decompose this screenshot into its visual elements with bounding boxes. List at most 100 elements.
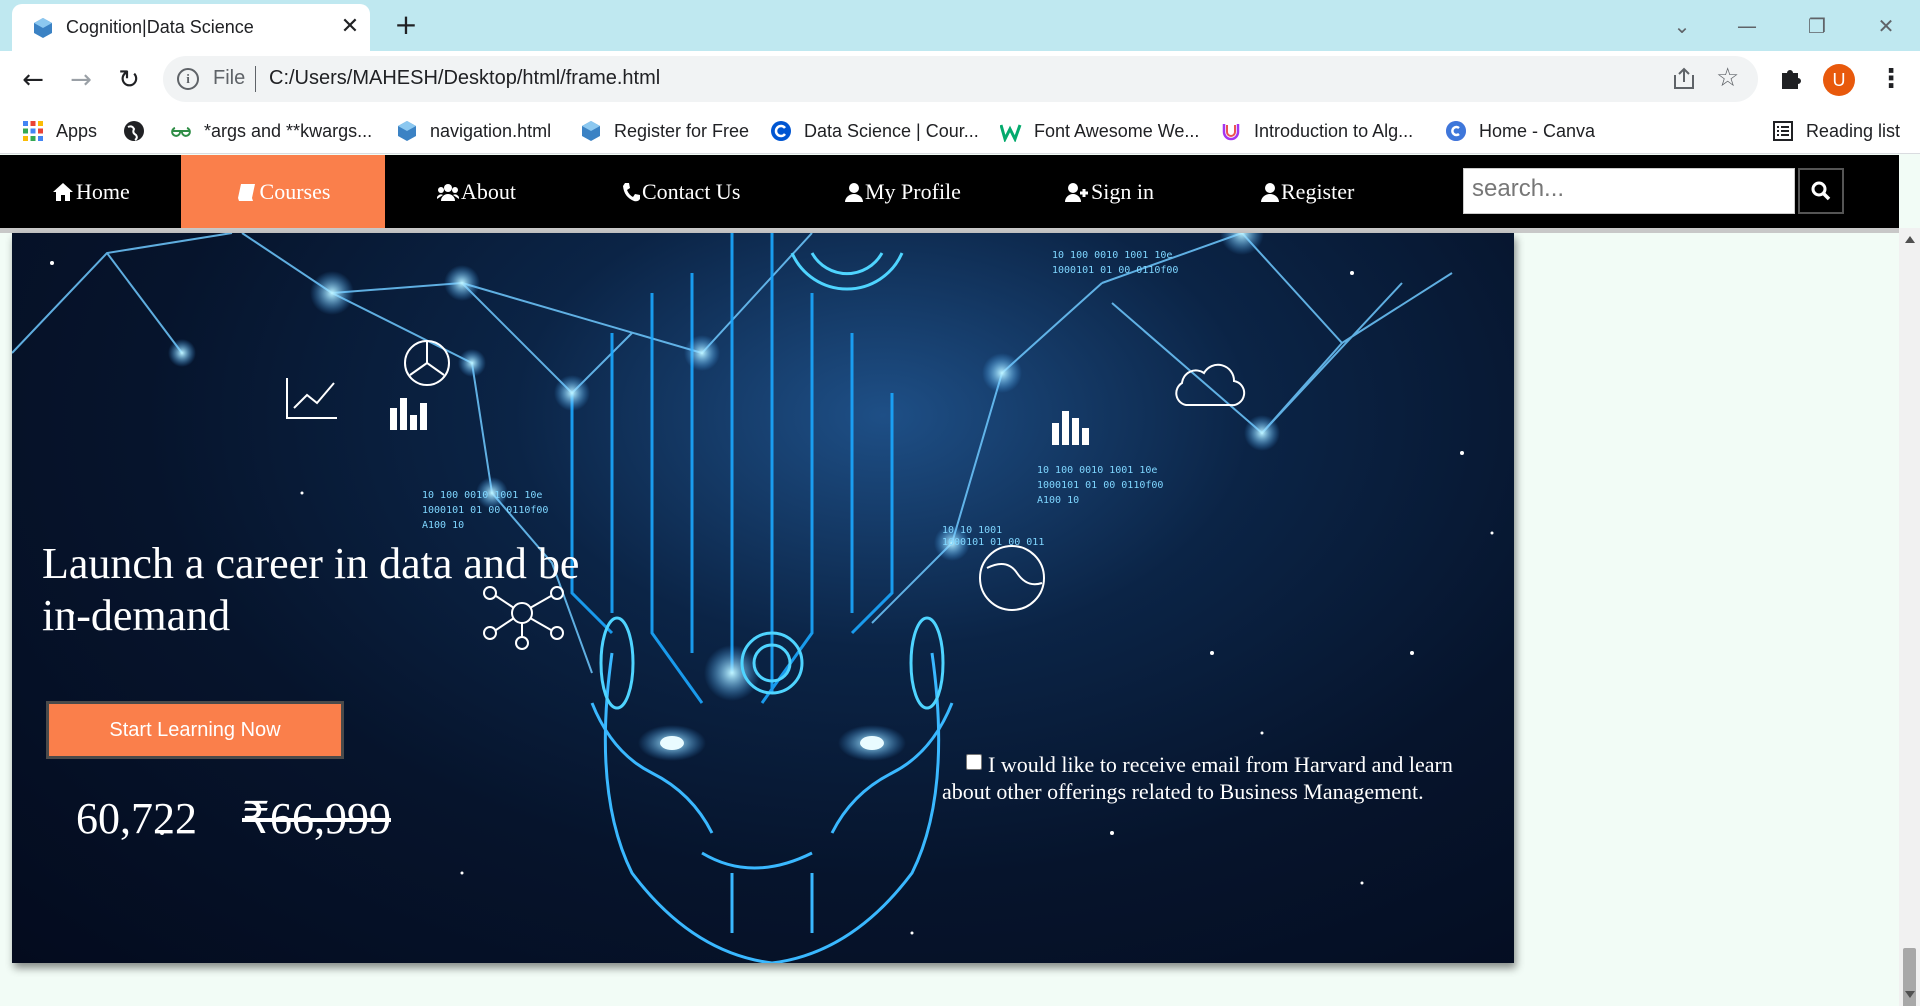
svg-text:10 100 0010 1001 10e: 10 100 0010 1001 10e (422, 490, 542, 501)
new-tab-button[interactable]: + (390, 10, 422, 42)
bookmark-intro-alg[interactable]: Introduction to Alg... (1220, 108, 1413, 154)
nav-register[interactable]: Register (1261, 155, 1354, 228)
svg-text:1000101 01 00 0110f00: 1000101 01 00 0110f00 (1037, 480, 1163, 491)
bookmark-apps[interactable]: Apps (22, 108, 97, 154)
price-original: ₹66,999 (242, 794, 391, 843)
address-bar[interactable]: i File C:/Users/MAHESH/Desktop/html/fram… (163, 56, 1758, 102)
close-window-icon[interactable]: ✕ (1866, 10, 1906, 42)
restore-icon[interactable]: ❐ (1797, 10, 1837, 42)
user-icon (1261, 182, 1279, 202)
search-button[interactable] (1798, 168, 1844, 214)
bookmark-globe[interactable] (123, 108, 157, 154)
reload-icon[interactable]: ↻ (112, 63, 146, 97)
browser-tab[interactable]: Cognition|Data Science ✕ (12, 4, 370, 51)
book-icon (237, 183, 255, 201)
nav-contact-label: Contact Us (642, 178, 741, 204)
globe-icon (124, 121, 144, 141)
users-icon (437, 183, 459, 201)
browser-toolbar: ← → ↻ i File C:/Users/MAHESH/Desktop/htm… (0, 51, 1920, 108)
nav-register-label: Register (1281, 178, 1355, 204)
bookmark-canva[interactable]: Home - Canva (1445, 108, 1595, 154)
nav-about-label: About (461, 178, 516, 204)
scroll-down-arrow-icon[interactable] (1905, 991, 1915, 998)
svg-text:A100 10: A100 10 (1037, 495, 1079, 506)
svg-text:1000101 01 00 0110f00: 1000101 01 00 0110f00 (1052, 265, 1178, 276)
bookmark-data-science[interactable]: Data Science | Cour... (770, 108, 979, 154)
user-icon (845, 182, 863, 202)
back-arrow-icon[interactable]: ← (16, 63, 50, 97)
share-icon[interactable] (1671, 66, 1697, 92)
nav-about[interactable]: About (437, 155, 516, 228)
nav-contact[interactable]: Contact Us (622, 155, 740, 228)
nav-sign-in[interactable]: Sign in (1065, 155, 1154, 228)
svg-text:1000101 01 00 0110f00: 1000101 01 00 0110f00 (422, 505, 548, 516)
extensions-puzzle-icon[interactable] (1778, 65, 1804, 91)
canva-icon (1446, 121, 1466, 141)
user-plus-icon (1065, 182, 1088, 202)
bookmark-label: Apps (56, 120, 98, 141)
page-scrollbar[interactable] (1899, 228, 1920, 1006)
email-consent: I would like to receive email from Harva… (942, 751, 1462, 805)
bookmark-label: Font Awesome We... (1034, 120, 1200, 141)
nav-sign-in-label: Sign in (1091, 178, 1154, 204)
coursera-icon (771, 121, 791, 141)
price-current: 60,722 (76, 794, 197, 843)
geeksforgeeks-icon (171, 127, 191, 137)
svg-text:10 100 0010 1001 10e: 10 100 0010 1001 10e (1052, 250, 1172, 261)
svg-text:A100 10: A100 10 (422, 520, 464, 531)
scroll-up-arrow-icon[interactable] (1905, 236, 1915, 243)
phone-icon (623, 182, 640, 201)
bookmark-register[interactable]: Register for Free (580, 108, 749, 154)
start-learning-button[interactable]: Start Learning Now (46, 701, 344, 759)
bookmark-args-kwargs[interactable]: *args and **kwargs... (170, 108, 372, 154)
bookmark-star-icon[interactable]: ☆ (1716, 63, 1739, 93)
tab-search-icon[interactable]: ⌄ (1662, 10, 1702, 42)
search-icon (1811, 181, 1831, 201)
bookmark-label: *args and **kwargs... (204, 120, 373, 141)
minimize-icon[interactable]: — (1727, 10, 1767, 42)
menu-kebab-icon[interactable]: ⋮ (1878, 61, 1904, 97)
bookmark-navigation[interactable]: navigation.html (396, 108, 551, 154)
email-consent-label: I would like to receive email from Harva… (942, 752, 1453, 804)
svg-text:10 10 1001: 10 10 1001 (942, 525, 1002, 536)
search-input[interactable]: search... (1463, 168, 1795, 214)
email-consent-checkbox[interactable] (966, 754, 982, 770)
file-icon (582, 121, 600, 141)
nav-home-label: Home (76, 178, 130, 204)
nav-my-profile-label: My Profile (865, 178, 961, 204)
nav-my-profile[interactable]: My Profile (845, 155, 961, 228)
nav-courses[interactable]: Courses (181, 155, 385, 228)
bookmark-font-awesome[interactable]: Font Awesome We... (1000, 108, 1199, 154)
hero-banner: 10 100 0010 1001 10e 1000101 01 00 0110f… (12, 233, 1514, 963)
info-icon[interactable]: i (177, 68, 199, 90)
address-separator (255, 66, 256, 92)
home-icon (53, 182, 73, 201)
nav-courses-label: Courses (259, 178, 331, 204)
page-favicon-icon (34, 18, 52, 38)
bookmark-label: Introduction to Alg... (1254, 120, 1414, 141)
site-navbar: Home Courses About Contact Us My Profile… (0, 155, 1899, 228)
udemy-icon (1222, 124, 1240, 141)
profile-avatar[interactable]: U (1823, 64, 1855, 96)
file-icon (398, 121, 416, 141)
w3schools-icon (1000, 124, 1022, 142)
bookmark-label: Register for Free (614, 120, 750, 141)
bookmark-label: Data Science | Cour... (804, 120, 979, 141)
tab-title: Cognition|Data Science (66, 17, 254, 37)
address-scheme: File (213, 67, 246, 89)
forward-arrow-icon[interactable]: → (64, 63, 98, 97)
bookmark-label: Home - Canva (1479, 120, 1596, 141)
nav-home[interactable]: Home (52, 155, 130, 228)
reading-list-icon (1772, 121, 1793, 141)
close-tab-icon[interactable]: ✕ (336, 13, 364, 41)
reading-list-label: Reading list (1805, 120, 1900, 141)
reading-list-button[interactable]: Reading list (1772, 108, 1900, 154)
bookmark-label: navigation.html (430, 120, 552, 141)
apps-grid-icon (23, 121, 43, 141)
hero-title: Launch a career in data and be in-demand (42, 539, 580, 640)
bookmarks-bar: Apps *args and **kwargs... navigation.ht… (0, 108, 1920, 154)
tab-strip: Cognition|Data Science ✕ + ⌄ — ❐ ✕ (0, 0, 1920, 51)
svg-text:1000101 01 00 011: 1000101 01 00 011 (942, 537, 1044, 548)
page-viewport: Home Courses About Contact Us My Profile… (0, 155, 1920, 1006)
address-url[interactable]: C:/Users/MAHESH/Desktop/html/frame.html (269, 67, 660, 90)
